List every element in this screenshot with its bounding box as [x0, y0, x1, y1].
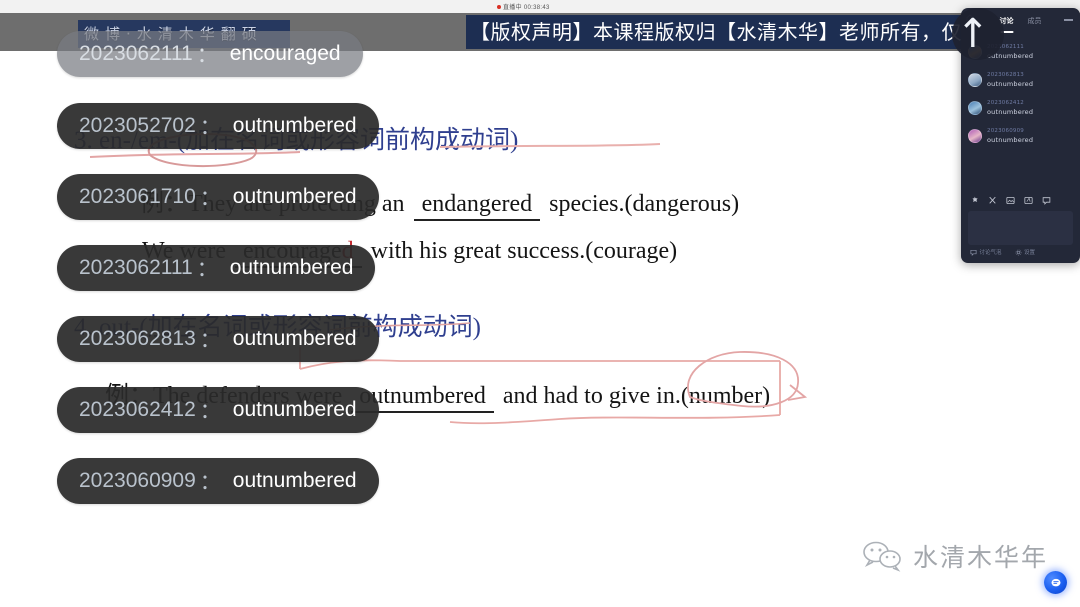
copyright-banner: 【版权声明】本课程版权归【水清木华】老师所有，仅限个	[466, 15, 990, 49]
example-1-answer: endangered	[413, 191, 541, 221]
tab-members[interactable]: 成员	[1028, 16, 1042, 26]
danmaku-bubble: 2023061710： outnumbered	[57, 174, 379, 220]
avatar	[968, 73, 982, 87]
chat-message-uid: 2023062813	[987, 72, 1024, 78]
chat-toolbar	[961, 191, 1080, 209]
wechat-watermark-name: 水清木华年	[913, 543, 1049, 572]
bubble-toggle[interactable]: 讨论气泡	[970, 248, 1002, 256]
chat-message-item: 2023062813 outnumbered	[961, 72, 1080, 100]
danmaku-message: outnumbered	[232, 469, 357, 492]
danmaku-message: outnumbered	[232, 398, 357, 421]
danmaku-colon: ：	[199, 116, 221, 139]
sticker-icon[interactable]	[970, 196, 979, 205]
danmaku-colon: ：	[196, 258, 218, 281]
danmaku-bubble: 2023062412： outnumbered	[57, 387, 379, 433]
live-timer: 直播中 00:38:43	[497, 2, 550, 11]
danmaku-uid: 2023062111	[79, 256, 193, 279]
settings-label: 设置	[1024, 250, 1036, 256]
screenshot-icon[interactable]	[1024, 196, 1033, 205]
chat-message-text: outnumbered	[987, 136, 1034, 144]
danmaku-uid: 2023062111	[79, 42, 193, 65]
ink-bracket-bottom	[449, 414, 781, 425]
danmaku-uid: 2023060909	[79, 469, 196, 492]
chat-message-uid: 2023062412	[987, 100, 1024, 106]
bubble-toggle-label: 讨论气泡	[979, 250, 1002, 256]
example-1-suffix: species.(dangerous)	[549, 191, 740, 217]
settings-button[interactable]: 设置	[1015, 248, 1036, 256]
ink-arrow-give-in	[787, 384, 808, 401]
danmaku-bubble: 2023062111： encouraged	[57, 31, 363, 77]
ink-bracket-top	[299, 359, 780, 370]
danmaku-uid: 2023062412	[79, 398, 196, 421]
danmaku-uid: 2023062813	[79, 327, 196, 350]
danmaku-colon: ：	[196, 44, 218, 67]
image-icon[interactable]	[1006, 196, 1015, 205]
danmaku-message: outnumbered	[232, 114, 357, 137]
chat-message-text: outnumbered	[987, 80, 1034, 88]
danmaku-colon: ：	[199, 329, 221, 352]
danmaku-message: outnumbered	[232, 185, 357, 208]
avatar	[968, 101, 982, 115]
danmaku-bubble: 2023052702： outnumbered	[57, 103, 379, 149]
danmaku-colon: ：	[199, 400, 221, 423]
wechat-icon	[863, 541, 901, 572]
minimize-icon[interactable]	[1064, 19, 1073, 21]
screen-capture: 直播中 00:38:43 【版权声明】本课程版权归【水清木华】老师所有，仅限个 …	[0, 0, 1080, 607]
wechat-watermark: 水清木华年	[862, 538, 1048, 574]
example-3-suffix: and had to give in.(number)	[502, 383, 771, 409]
danmaku-message: outnumbered	[229, 256, 354, 279]
example-2-suffix: with his great success.(courage)	[370, 238, 678, 264]
chat-input[interactable]	[968, 211, 1073, 245]
wechat-badge-icon	[1044, 571, 1067, 594]
avatar	[968, 129, 982, 143]
chat-message-text: outnumbered	[987, 108, 1034, 116]
danmaku-uid: 2023061710	[79, 185, 196, 208]
live-timer-label: 直播中 00:38:43	[503, 5, 550, 11]
chat-message-item: 2023062412 outnumbered	[961, 100, 1080, 128]
chat-bubble-icon	[970, 249, 977, 256]
danmaku-bubble: 2023060909： outnumbered	[57, 458, 379, 504]
chat-message-item: 2023060909 outnumbered	[961, 128, 1080, 156]
arrow-up-icon[interactable]: ↑	[956, 14, 990, 54]
danmaku-uid: 2023052702	[79, 114, 196, 137]
gear-icon	[1015, 249, 1021, 255]
danmaku-colon: ：	[199, 187, 221, 210]
danmaku-colon: ：	[199, 471, 221, 494]
danmaku-message: outnumbered	[232, 327, 357, 350]
chat-message-uid: 2023060909	[987, 128, 1024, 134]
danmaku-bubble: 2023062111： outnumbered	[57, 245, 376, 291]
live-dot-icon	[497, 5, 501, 10]
scissors-icon[interactable]	[988, 196, 997, 205]
badge-bubble-icon	[1051, 578, 1060, 586]
chat-panel-footer: 讨论气泡 设置	[961, 246, 1080, 258]
danmaku-message: encouraged	[229, 42, 341, 65]
comment-icon[interactable]	[1042, 196, 1051, 205]
danmaku-bubble: 2023062813： outnumbered	[57, 316, 379, 362]
